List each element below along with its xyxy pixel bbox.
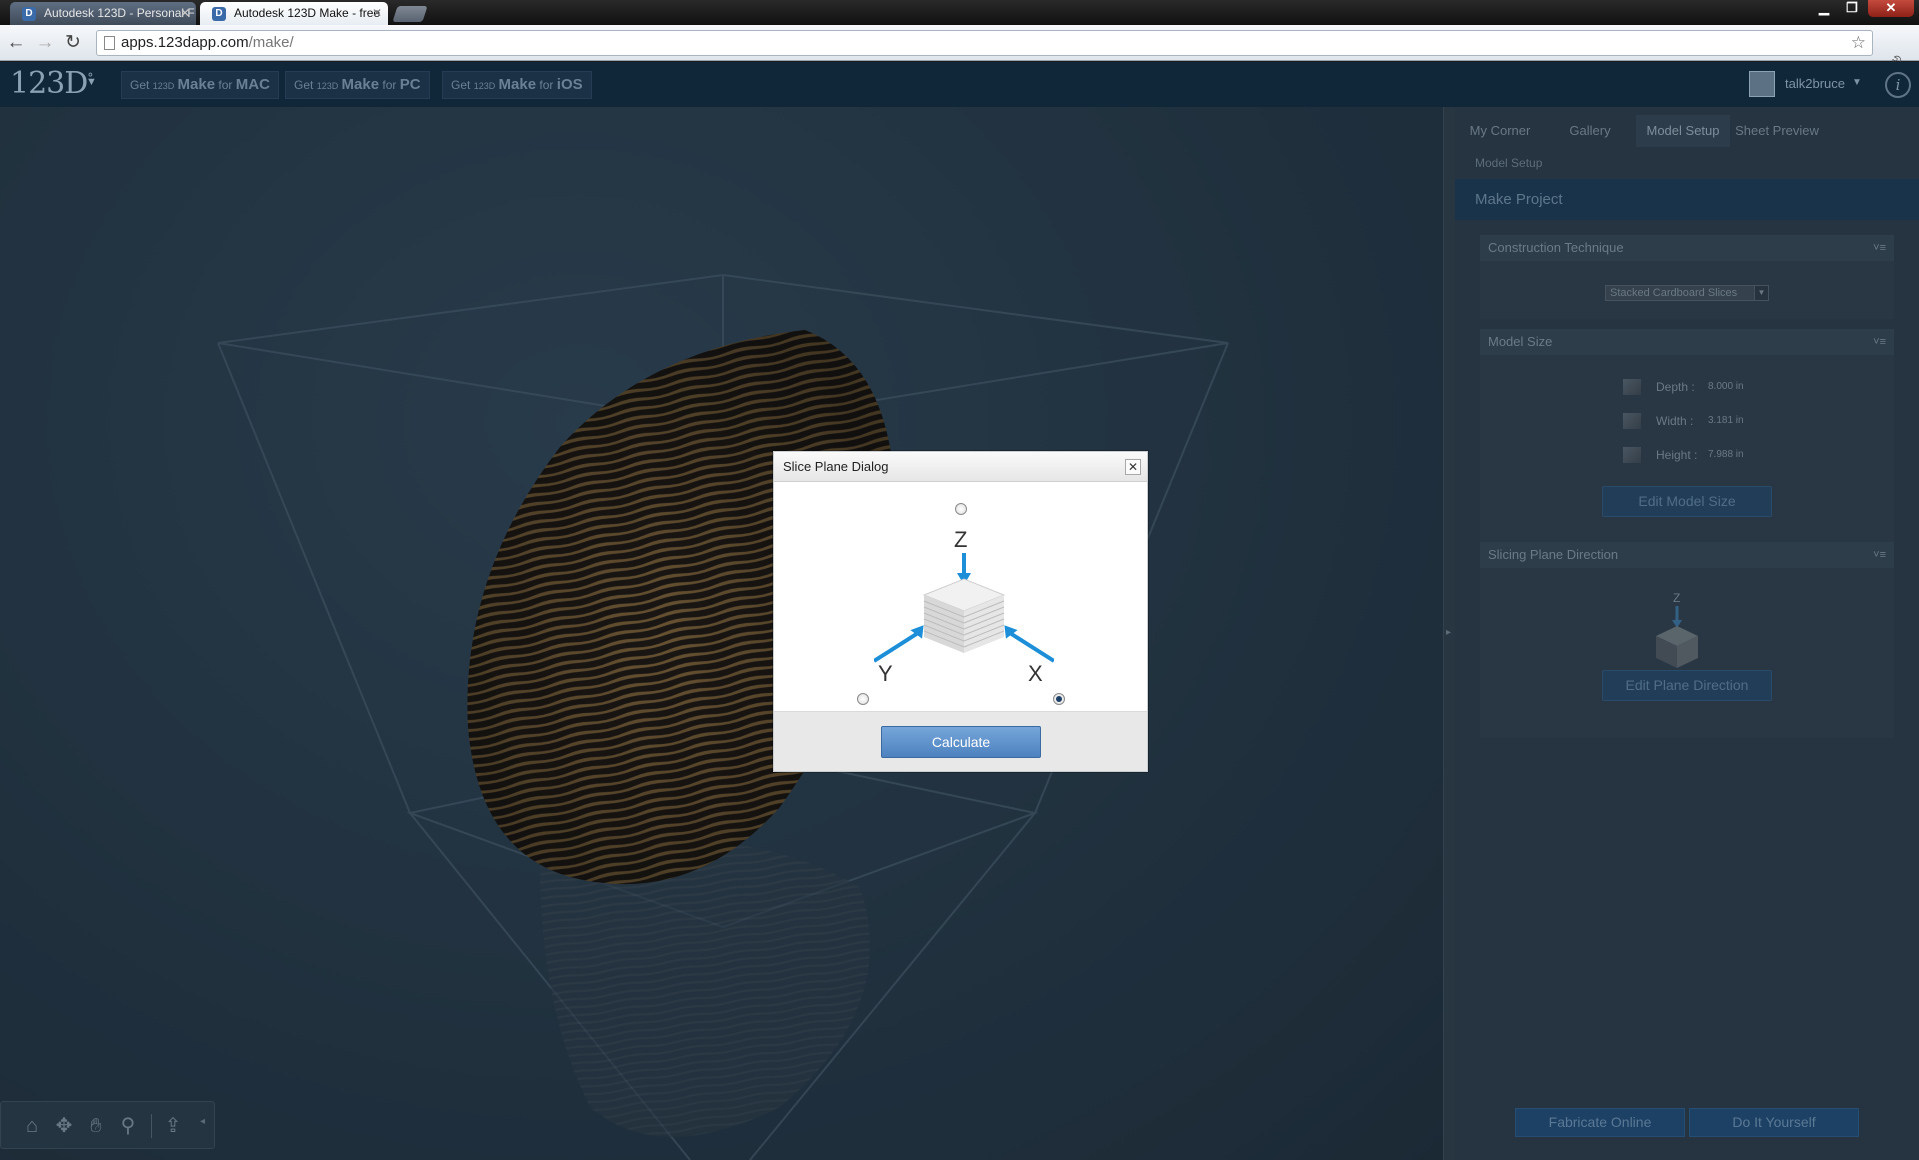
bookmark-star-icon[interactable]: ☆ (1851, 31, 1866, 55)
tab-close-icon[interactable]: ✕ (372, 2, 382, 25)
get-make-mac-button[interactable]: Get 123D Make for MAC (121, 71, 279, 99)
browser-tab-bar: D Autodesk 123D - Personal F ✕ D Autodes… (0, 0, 1919, 25)
calculate-button[interactable]: Calculate (881, 726, 1041, 758)
logo-dropdown-icon[interactable]: ▼ (86, 76, 97, 88)
axis-cube-illustration (874, 553, 1054, 663)
dialog-footer: Calculate (774, 711, 1147, 771)
app-header: 123D° ▼ Get 123D Make for MAC Get 123D M… (0, 62, 1919, 107)
radio-axis-y[interactable] (857, 693, 869, 705)
page-icon (104, 36, 115, 50)
get-make-pc-button[interactable]: Get 123D Make for PC (285, 71, 430, 99)
radio-axis-x[interactable] (1053, 693, 1065, 705)
reload-icon[interactable]: ↻ (62, 30, 84, 56)
window-restore-icon[interactable]: ❐ (1840, 0, 1864, 17)
new-tab-button[interactable] (392, 6, 428, 22)
tab-title: Autodesk 123D Make - free (234, 6, 381, 20)
info-icon[interactable]: i (1885, 72, 1911, 98)
dialog-title[interactable]: Slice Plane Dialog (774, 452, 1147, 482)
slice-plane-dialog: Slice Plane Dialog ✕ Z Y X Calculate (773, 451, 1148, 772)
forward-arrow-icon[interactable]: → (34, 30, 56, 56)
avatar[interactable] (1749, 71, 1775, 97)
axis-label-z: Z (954, 527, 968, 552)
back-arrow-icon[interactable]: ← (5, 30, 27, 56)
username[interactable]: talk2bruce (1785, 76, 1845, 91)
address-bar[interactable]: apps.123dapp.com/make/ ☆ (96, 30, 1873, 56)
tab-close-icon[interactable]: ✕ (180, 2, 190, 25)
window-minimize-icon[interactable]: ▁ (1812, 0, 1836, 17)
radio-axis-z[interactable] (955, 503, 967, 515)
dialog-body: Z Y X (774, 483, 1147, 711)
browser-toolbar: ← → ↻ apps.123dapp.com/make/ ☆ 🔧︎ (0, 25, 1919, 75)
close-icon[interactable]: ✕ (1125, 459, 1141, 475)
browser-tab-make[interactable]: D Autodesk 123D Make - free ✕ (200, 2, 388, 25)
browser-tab-personal[interactable]: D Autodesk 123D - Personal F ✕ (10, 2, 196, 25)
screen: D Autodesk 123D - Personal F ✕ D Autodes… (0, 0, 1919, 1160)
123d-logo[interactable]: 123D° (10, 66, 93, 101)
address-url: apps.123dapp.com/make/ (121, 34, 294, 51)
123d-favicon-icon: D (22, 7, 36, 21)
window-close-icon[interactable]: ✕ (1868, 0, 1914, 17)
tab-title: Autodesk 123D - Personal F (44, 6, 195, 20)
get-make-ios-button[interactable]: Get 123D Make for iOS (442, 71, 592, 99)
user-menu-chevron-icon[interactable]: ▼ (1852, 77, 1862, 88)
123d-favicon-icon: D (212, 7, 226, 21)
